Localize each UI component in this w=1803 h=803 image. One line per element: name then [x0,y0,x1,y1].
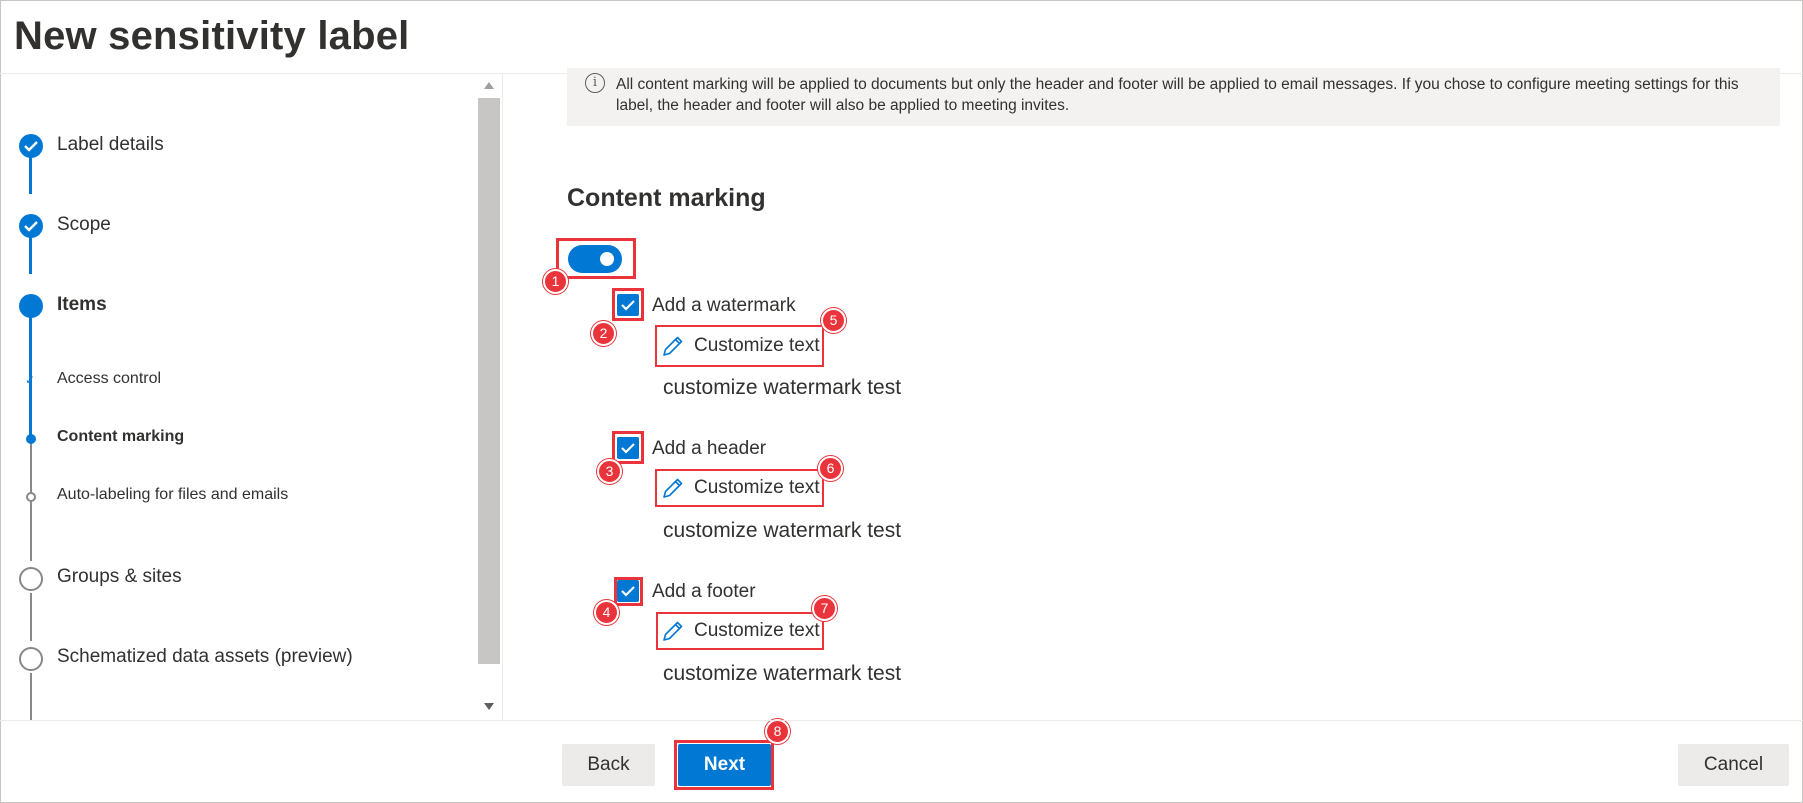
nav-divider [502,74,503,720]
step-pending-icon [19,647,43,671]
nav-scrollbar-thumb[interactable] [478,98,500,664]
section-title: Content marking [567,184,766,212]
annotation-badge-1: 1 [543,269,568,294]
substep-pending-icon [26,492,36,502]
connector [30,593,32,641]
annotation-highlight [614,577,643,606]
step-done-check-icon [19,134,43,158]
nav-step-groups-sites[interactable]: Groups & sites [57,566,182,588]
annotation-badge-3: 3 [597,459,622,484]
annotation-highlight [556,238,636,279]
nav-step-schematized-data-assets[interactable]: Schematized data assets (preview) [57,646,353,668]
substep-done-check-icon: ✓ [25,373,36,387]
info-icon: i [585,73,605,93]
annotation-badge-6: 6 [818,456,843,481]
scroll-down-arrow-icon[interactable] [484,703,494,710]
scroll-up-arrow-icon[interactable] [484,82,494,89]
watermark-checkbox-label[interactable]: Add a watermark [652,295,796,317]
back-button[interactable]: Back [562,744,655,786]
annotation-badge-4: 4 [594,600,619,625]
annotation-highlight [612,288,644,321]
watermark-value: customize watermark test [663,376,902,399]
nav-substep-access-control[interactable]: Access control [57,370,161,388]
annotation-highlight [655,469,824,507]
annotation-highlight [612,431,644,464]
annotation-highlight [655,325,824,367]
info-banner-text: All content marking will be applied to d… [616,76,1739,114]
footer-checkbox-label[interactable]: Add a footer [652,581,756,603]
footer-value: customize watermark test [663,662,902,685]
connector [30,673,32,720]
step-current-icon [19,294,43,318]
substep-current-icon [26,434,36,444]
annotation-highlight [656,612,824,650]
header-checkbox-label[interactable]: Add a header [652,438,766,460]
nav-step-items[interactable]: Items [57,294,107,316]
cancel-button[interactable]: Cancel [1678,744,1789,786]
connector [30,443,32,561]
annotation-badge-5: 5 [821,308,846,333]
step-pending-icon [19,567,43,591]
page-title: New sensitivity label [14,14,410,58]
annotation-badge-7: 7 [812,596,837,621]
nav-substep-content-marking[interactable]: Content marking [57,428,184,446]
header-value: customize watermark test [663,519,902,542]
annotation-badge-2: 2 [591,321,616,346]
wizard-nav: Label details Scope Items ✓ Access contr… [0,74,500,720]
step-done-check-icon [19,214,43,238]
footer-divider [0,720,1803,721]
next-button[interactable]: Next [678,744,771,786]
annotation-badge-8: 8 [765,719,790,744]
nav-step-label-details[interactable]: Label details [57,134,164,156]
nav-step-scope[interactable]: Scope [57,214,111,236]
nav-substep-auto-labeling[interactable]: Auto-labeling for files and emails [57,486,288,504]
